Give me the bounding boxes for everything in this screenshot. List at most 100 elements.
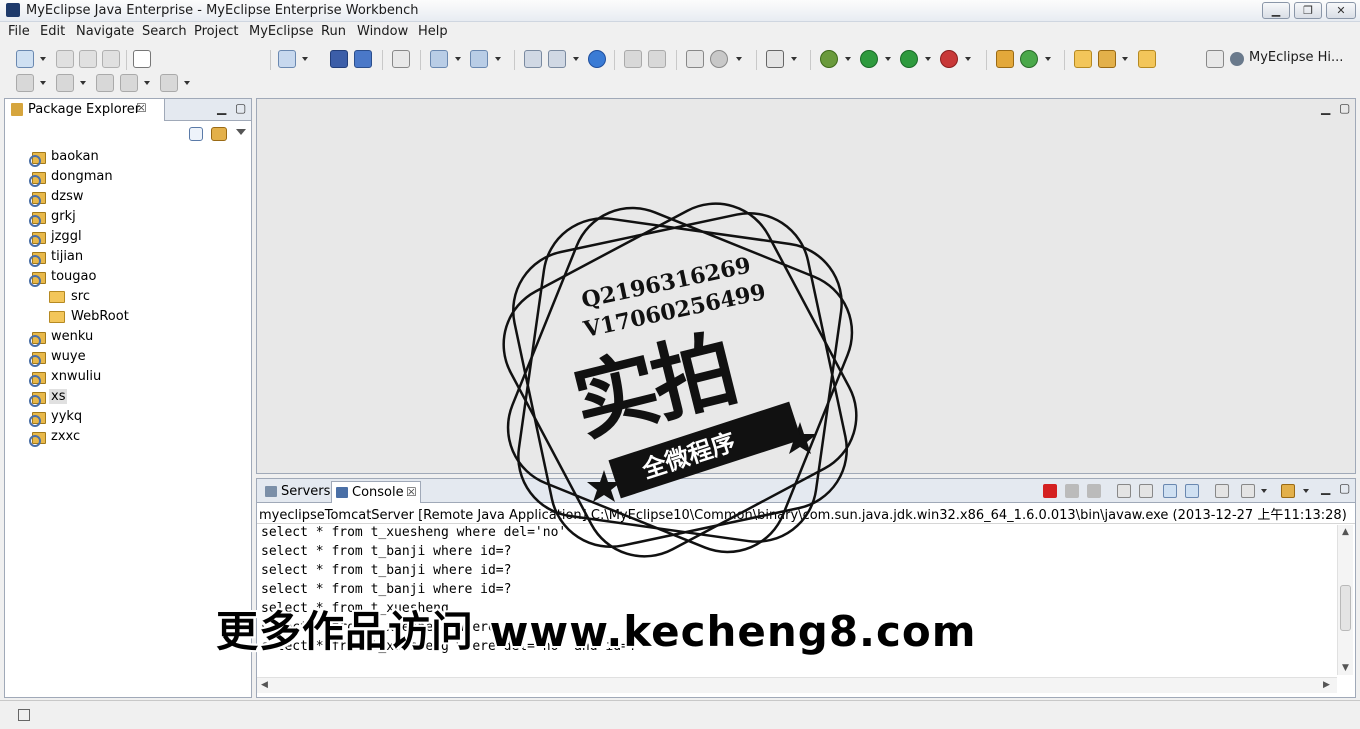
- scroll-down-icon[interactable]: ▼: [1342, 663, 1349, 673]
- dropdown-icon[interactable]: [845, 57, 851, 61]
- link-icon[interactable]: [624, 50, 642, 68]
- collapse-all-icon[interactable]: [189, 127, 203, 141]
- minimize-view-icon[interactable]: ▁: [1321, 481, 1330, 495]
- dropdown-icon[interactable]: [965, 57, 971, 61]
- dropdown-icon[interactable]: [885, 57, 891, 61]
- view-menu-icon[interactable]: [236, 129, 246, 135]
- run-icon[interactable]: [860, 50, 878, 68]
- dropdown-icon[interactable]: [40, 81, 46, 85]
- menu-myeclipse[interactable]: MyEclipse: [249, 24, 314, 39]
- dropdown-icon[interactable]: [144, 81, 150, 85]
- dropdown-icon[interactable]: [736, 57, 742, 61]
- dropdown-icon[interactable]: [495, 57, 501, 61]
- close-icon[interactable]: ☒: [136, 101, 147, 115]
- last-edit-icon[interactable]: [96, 74, 114, 92]
- show-on-stderr-icon[interactable]: [1185, 484, 1199, 498]
- menu-run[interactable]: Run: [321, 24, 346, 39]
- tab-console[interactable]: Console ☒: [331, 481, 421, 503]
- terminate-icon[interactable]: [1043, 484, 1057, 498]
- tab-servers[interactable]: Servers: [261, 481, 331, 503]
- open-file-icon[interactable]: [548, 50, 566, 68]
- back-icon[interactable]: [120, 74, 138, 92]
- dropdown-icon[interactable]: [1045, 57, 1051, 61]
- maximize-view-icon[interactable]: ▢: [235, 101, 246, 115]
- unlink-icon[interactable]: [648, 50, 666, 68]
- minimize-button[interactable]: ▁: [1262, 2, 1290, 19]
- close-button[interactable]: ✕: [1326, 2, 1356, 19]
- tab-package-explorer[interactable]: Package Explorer ☒: [5, 99, 165, 121]
- open-folder-icon[interactable]: [1074, 50, 1092, 68]
- external-tools-icon[interactable]: [940, 50, 958, 68]
- menu-file[interactable]: File: [8, 24, 30, 39]
- save-all-icon[interactable]: [79, 50, 97, 68]
- refresh-icon[interactable]: [1020, 50, 1038, 68]
- clear-console-icon[interactable]: [1117, 484, 1131, 498]
- new-dropdown-icon[interactable]: [40, 57, 46, 61]
- vertical-scrollbar[interactable]: ▲ ▼: [1337, 525, 1353, 675]
- scrollbar-thumb[interactable]: [1340, 585, 1351, 631]
- gear-icon[interactable]: [710, 50, 728, 68]
- scroll-right-icon[interactable]: ▶: [1323, 680, 1330, 690]
- new-web-project-icon[interactable]: [278, 50, 296, 68]
- dropdown-icon[interactable]: [302, 57, 308, 61]
- monitor-icon[interactable]: [766, 50, 784, 68]
- wizard-icon[interactable]: [430, 50, 448, 68]
- next-annotation-icon[interactable]: [16, 74, 34, 92]
- minimize-view-icon[interactable]: ▁: [217, 101, 226, 115]
- deploy-icon[interactable]: [330, 50, 348, 68]
- menu-edit[interactable]: Edit: [40, 24, 65, 39]
- prev-annotation-icon[interactable]: [56, 74, 74, 92]
- dropdown-icon[interactable]: [80, 81, 86, 85]
- perspective-label[interactable]: MyEclipse Hi...: [1249, 50, 1343, 65]
- fast-view-icon[interactable]: [18, 709, 30, 721]
- menu-window[interactable]: Window: [357, 24, 408, 39]
- maximize-view-icon[interactable]: ▢: [1339, 481, 1350, 495]
- display-console-icon[interactable]: [1241, 484, 1255, 498]
- dropdown-icon[interactable]: [925, 57, 931, 61]
- scroll-lock-icon[interactable]: [1139, 484, 1153, 498]
- horizontal-scrollbar[interactable]: ◀ ▶: [257, 677, 1337, 693]
- menu-navigate[interactable]: Navigate: [76, 24, 134, 39]
- project-icon: [29, 370, 46, 387]
- dropdown-icon[interactable]: [1303, 489, 1309, 493]
- open-console-icon[interactable]: [1281, 484, 1295, 498]
- open-type-icon[interactable]: [392, 50, 410, 68]
- maximize-editor-icon[interactable]: ▢: [1339, 101, 1350, 115]
- folder-icon[interactable]: [1138, 50, 1156, 68]
- project-icon: [29, 170, 46, 187]
- search-icon[interactable]: [470, 50, 488, 68]
- package-icon[interactable]: [996, 50, 1014, 68]
- save-icon[interactable]: [56, 50, 74, 68]
- pin-icon[interactable]: [1098, 50, 1116, 68]
- minimize-editor-icon[interactable]: ▁: [1321, 101, 1330, 115]
- report-icon[interactable]: [686, 50, 704, 68]
- coverage-icon[interactable]: [900, 50, 918, 68]
- show-on-stdout-icon[interactable]: [1163, 484, 1177, 498]
- globe-icon[interactable]: [588, 50, 606, 68]
- dropdown-icon[interactable]: [455, 57, 461, 61]
- menu-project[interactable]: Project: [194, 24, 238, 39]
- open-perspective-icon[interactable]: [1206, 50, 1224, 68]
- dropdown-icon[interactable]: [791, 57, 797, 61]
- scroll-up-icon[interactable]: ▲: [1342, 527, 1349, 537]
- scroll-left-icon[interactable]: ◀: [261, 680, 268, 690]
- dropdown-icon[interactable]: [1261, 489, 1267, 493]
- maximize-button[interactable]: ❐: [1294, 2, 1322, 19]
- print-icon[interactable]: [102, 50, 120, 68]
- binary-icon[interactable]: [133, 50, 151, 68]
- debug-icon[interactable]: [820, 50, 838, 68]
- pin-console-icon[interactable]: [1215, 484, 1229, 498]
- new-icon[interactable]: [16, 50, 34, 68]
- server-icon[interactable]: [354, 50, 372, 68]
- dropdown-icon[interactable]: [1122, 57, 1128, 61]
- remove-all-terminated-icon[interactable]: [1087, 484, 1101, 498]
- menu-search[interactable]: Search: [142, 24, 187, 39]
- close-icon[interactable]: ☒: [406, 485, 417, 499]
- forward-icon[interactable]: [160, 74, 178, 92]
- dropdown-icon[interactable]: [573, 57, 579, 61]
- link-with-editor-icon[interactable]: [211, 127, 227, 141]
- dropdown-icon[interactable]: [184, 81, 190, 85]
- remove-launch-icon[interactable]: [1065, 484, 1079, 498]
- hierarchy-icon[interactable]: [524, 50, 542, 68]
- menu-help[interactable]: Help: [418, 24, 448, 39]
